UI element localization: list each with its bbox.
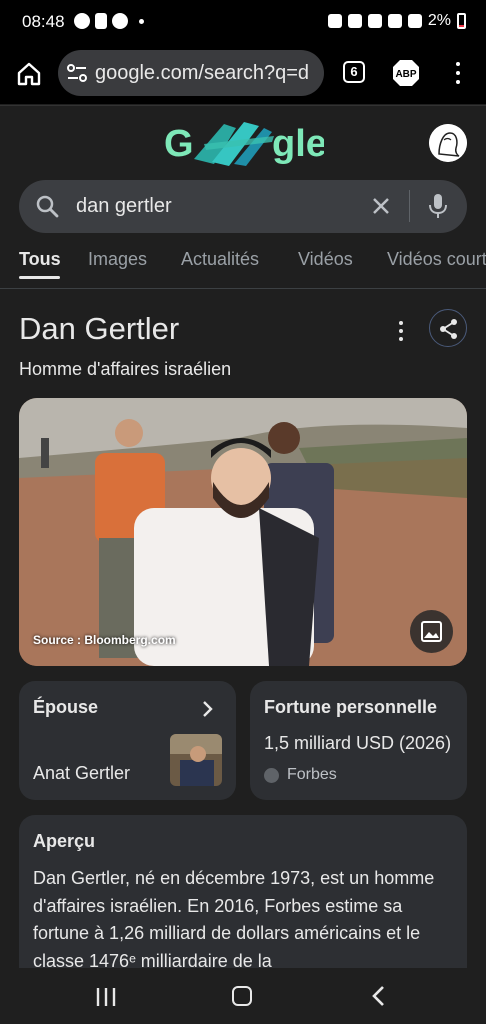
photo-image — [19, 398, 467, 666]
status-bar: 08:48 2% — [0, 0, 486, 46]
more-options-icon[interactable] — [398, 321, 404, 341]
search-divider — [409, 190, 410, 222]
signal-icon — [407, 14, 422, 28]
alarm-icon — [347, 14, 362, 28]
chevron-right-icon — [203, 701, 213, 717]
clear-icon[interactable] — [370, 195, 392, 217]
whatsapp-icon — [74, 13, 90, 29]
search-tabs: Tous Images Actualités Vidéos Vidéos cou… — [0, 242, 486, 289]
battery-icon — [457, 13, 466, 29]
mute-icon — [367, 14, 382, 28]
photo-source-caption: Source : Bloomberg.com — [33, 633, 176, 647]
url-text[interactable]: google.com/search?q=d — [95, 62, 309, 85]
google-header: G gle — [0, 105, 486, 175]
spouse-card-title: Épouse — [33, 697, 99, 717]
whatsapp-icon — [112, 13, 128, 29]
address-bar[interactable]: google.com/search?q=d — [58, 50, 324, 96]
google-doodle-logo[interactable]: G gle — [164, 114, 324, 169]
fortune-card[interactable]: Fortune personnelle 1,5 milliard USD (20… — [250, 681, 467, 800]
search-input[interactable]: dan gertler — [76, 195, 172, 218]
fortune-source-label: Forbes — [287, 766, 337, 783]
fortune-source[interactable]: Forbes — [264, 766, 337, 784]
tab-switcher-button[interactable]: 6 — [343, 61, 365, 83]
overview-card: Aperçu Dan Gertler, né en décembre 1973,… — [19, 815, 467, 975]
tab-videos-courtes[interactable]: Vidéos courtes — [387, 249, 486, 270]
svg-text:gle: gle — [272, 123, 324, 165]
entity-photo[interactable]: Source : Bloomberg.com — [19, 398, 467, 666]
entity-title: Dan Gertler — [19, 311, 180, 346]
account-avatar[interactable] — [429, 124, 467, 162]
search-box[interactable]: dan gertler — [19, 180, 467, 233]
share-button[interactable] — [429, 309, 467, 347]
spouse-name: Anat Gertler — [33, 763, 131, 783]
active-tab-indicator — [19, 276, 60, 279]
share-icon — [440, 319, 457, 339]
browser-menu-icon[interactable] — [455, 62, 461, 84]
battery-percent: 2% — [427, 12, 451, 29]
notification-icon — [95, 13, 107, 29]
wifi-icon — [387, 14, 402, 28]
view-images-button[interactable] — [410, 610, 453, 653]
tab-videos[interactable]: Vidéos — [298, 249, 353, 270]
adblock-plus-icon[interactable]: ABP — [392, 59, 420, 87]
globe-icon — [264, 767, 279, 783]
browser-toolbar: google.com/search?q=d 6 ABP — [0, 46, 486, 104]
overview-title: Aperçu — [33, 831, 96, 851]
site-settings-icon[interactable] — [66, 64, 88, 82]
lock-icon — [327, 14, 342, 28]
android-nav-bar — [0, 968, 486, 1024]
more-notifications-icon — [139, 18, 144, 24]
spouse-thumbnail — [170, 734, 222, 786]
tab-actualites[interactable]: Actualités — [181, 249, 259, 270]
tab-tous[interactable]: Tous — [19, 249, 61, 270]
home-icon[interactable] — [15, 60, 43, 88]
tab-images[interactable]: Images — [88, 249, 147, 270]
mic-icon[interactable] — [428, 193, 448, 219]
entity-subtitle: Homme d'affaires israélien — [19, 359, 232, 379]
search-icon — [36, 195, 59, 218]
image-icon — [421, 621, 442, 642]
status-time: 08:48 — [22, 12, 65, 31]
overview-text: Dan Gertler, né en décembre 1973, est un… — [33, 868, 435, 971]
spouse-card[interactable]: Épouse Anat Gertler — [19, 681, 236, 800]
fortune-value: 1,5 milliard USD (2026) — [264, 733, 452, 753]
back-icon[interactable] — [370, 985, 386, 1007]
recent-apps-icon[interactable] — [96, 987, 116, 1007]
home-nav-icon[interactable] — [232, 986, 252, 1006]
fortune-card-title: Fortune personnelle — [264, 697, 438, 717]
svg-text:G: G — [164, 123, 194, 165]
svg-text:ABP: ABP — [395, 69, 416, 80]
